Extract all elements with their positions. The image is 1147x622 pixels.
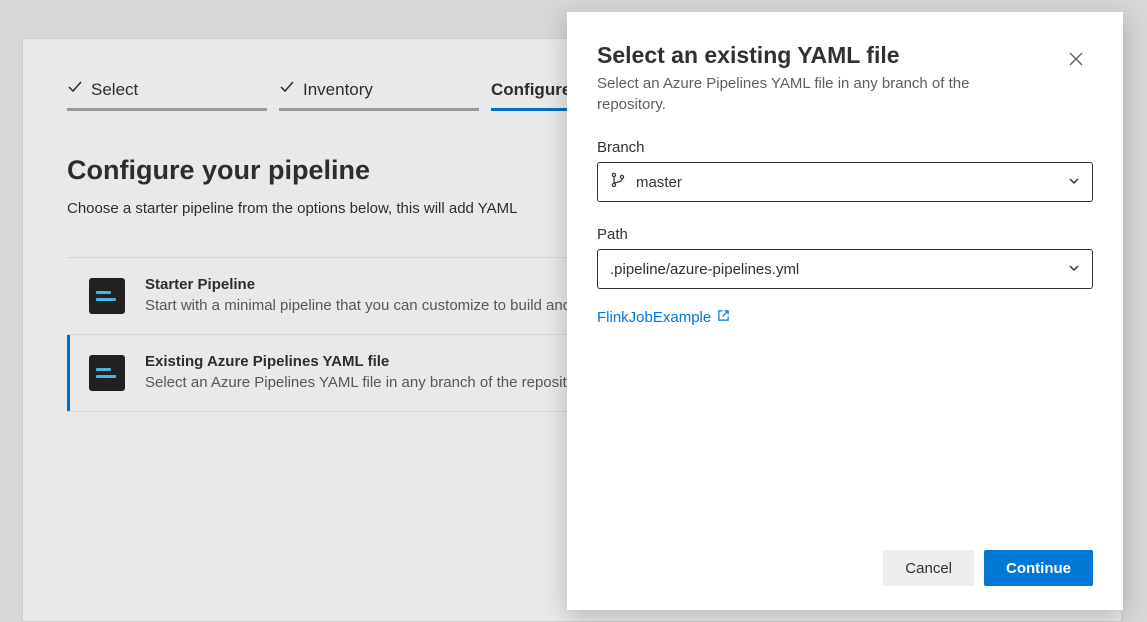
- panel-heading-group: Select an existing YAML file Select an A…: [597, 42, 1017, 115]
- path-value: .pipeline/azure-pipelines.yml: [610, 261, 799, 278]
- repo-link-text: FlinkJobExample: [597, 309, 711, 326]
- branch-value: master: [636, 174, 682, 191]
- branch-field: Branch master: [597, 139, 1093, 202]
- cancel-button[interactable]: Cancel: [883, 550, 974, 586]
- close-icon: [1068, 51, 1084, 67]
- continue-button[interactable]: Continue: [984, 550, 1093, 586]
- panel-subtitle: Select an Azure Pipelines YAML file in a…: [597, 73, 1017, 115]
- path-dropdown[interactable]: .pipeline/azure-pipelines.yml: [597, 249, 1093, 289]
- branch-dropdown[interactable]: master: [597, 162, 1093, 202]
- path-field: Path .pipeline/azure-pipelines.yml: [597, 226, 1093, 289]
- branch-label: Branch: [597, 139, 1093, 156]
- branch-icon: [610, 172, 626, 192]
- chevron-down-icon: [1068, 261, 1080, 278]
- chevron-down-icon: [1068, 174, 1080, 191]
- close-button[interactable]: [1059, 42, 1093, 76]
- panel-footer: Cancel Continue: [597, 550, 1093, 586]
- panel-title: Select an existing YAML file: [597, 42, 1017, 69]
- external-link-icon: [717, 309, 730, 326]
- repo-link[interactable]: FlinkJobExample: [597, 309, 1093, 326]
- panel-header: Select an existing YAML file Select an A…: [597, 42, 1093, 115]
- yaml-file-panel: Select an existing YAML file Select an A…: [567, 12, 1123, 610]
- path-label: Path: [597, 226, 1093, 243]
